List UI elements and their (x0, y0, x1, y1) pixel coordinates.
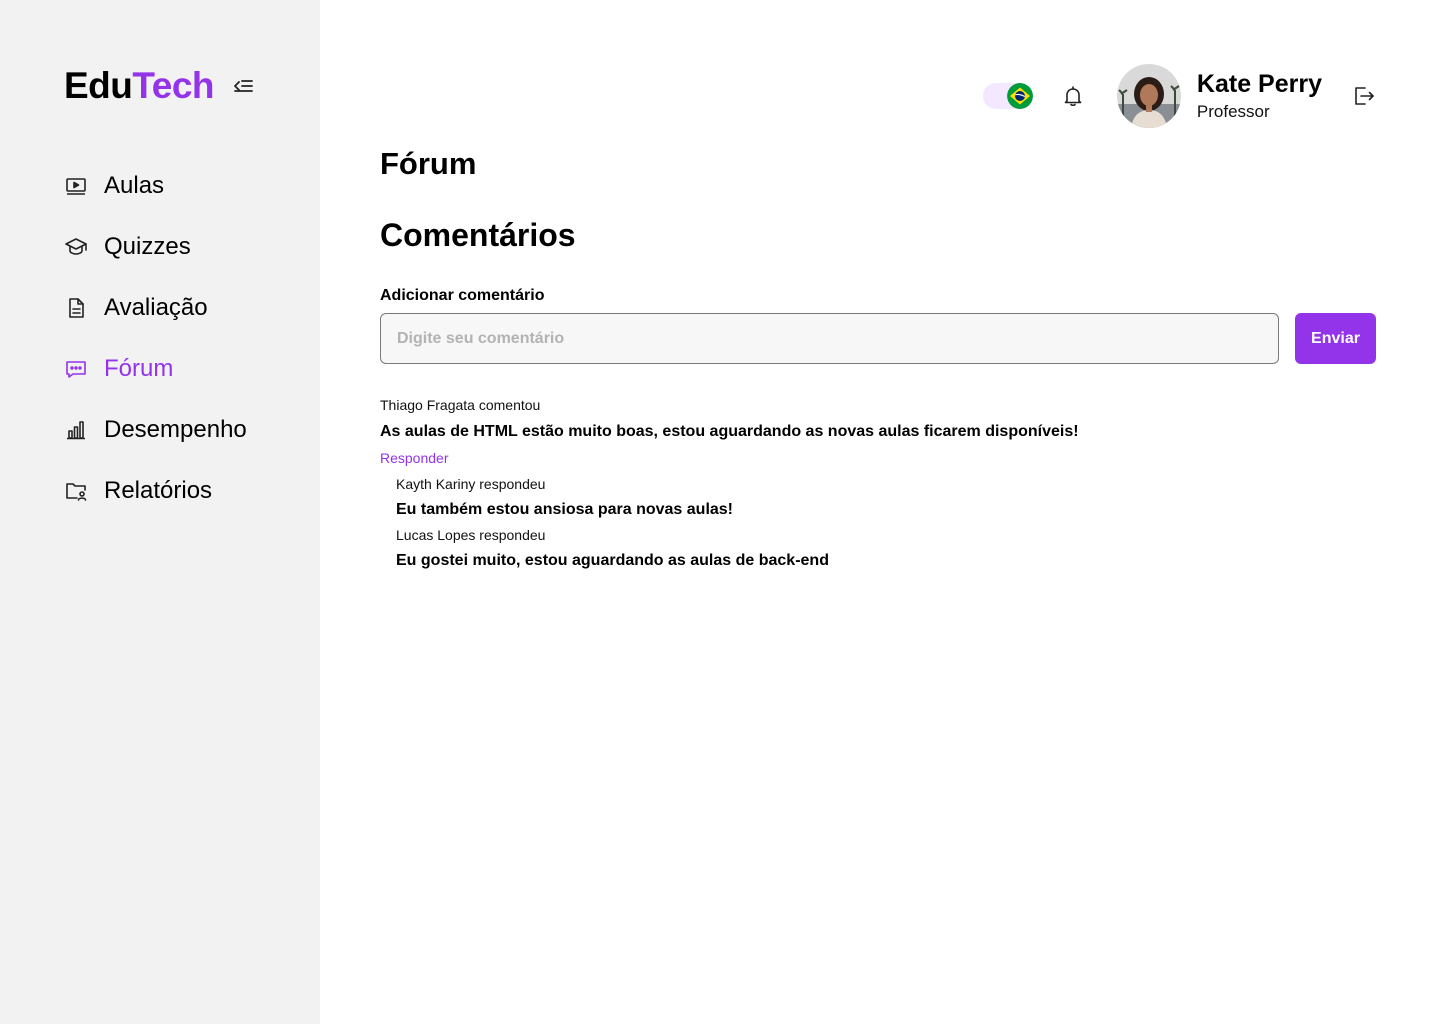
sidebar: EduTech Aulas Quizzes Avaliação Fórum De… (0, 0, 320, 1024)
section-title: Comentários (380, 217, 576, 253)
comment-field-label: Adicionar comentário (380, 287, 545, 304)
reply-author: Kayth Kariny respondeu (396, 476, 546, 492)
reply-link[interactable]: Responder (380, 449, 449, 467)
logout-icon[interactable] (1352, 84, 1376, 108)
reply-item: Lucas Lopes respondeu Eu gostei muito, e… (396, 526, 1380, 571)
send-button[interactable]: Enviar (1295, 313, 1376, 364)
bar-chart-icon (64, 418, 88, 442)
sidebar-item-label: Quizzes (104, 233, 191, 260)
sidebar-item-label: Relatórios (104, 477, 213, 504)
user-name: Kate Perry (1196, 70, 1322, 98)
collapse-menu-icon[interactable] (232, 75, 256, 97)
reply-author: Lucas Lopes respondeu (396, 527, 546, 543)
document-icon (64, 296, 88, 320)
brand-logo-part1: Edu (64, 65, 133, 106)
comment-author: Thiago Fragata comentou (380, 397, 541, 413)
folder-user-icon (64, 479, 88, 503)
brand-logo-part2: Tech (132, 65, 215, 106)
sidebar-item-label: Aulas (104, 172, 165, 199)
sidebar-item-label: Avaliação (104, 294, 208, 321)
video-lesson-icon (64, 174, 88, 198)
sidebar-nav: Aulas Quizzes Avaliação Fórum Desempenho… (64, 166, 247, 532)
brazil-flag-icon (1006, 83, 1033, 109)
user-info: Kate Perry Professor (1197, 69, 1322, 123)
chat-bubble-icon (64, 357, 88, 381)
graduation-cap-icon (64, 235, 88, 259)
comment-input[interactable] (380, 313, 1279, 364)
user-role: Professor (1196, 102, 1270, 121)
comment-thread: Thiago Fragata comentou As aulas de HTML… (380, 396, 1380, 577)
reply-text: Eu gostei muito, estou aguardando as aul… (396, 552, 829, 569)
notification-bell-icon[interactable] (1061, 84, 1085, 108)
language-toggle[interactable] (982, 83, 1033, 109)
sidebar-item-label: Fórum (104, 355, 174, 382)
sidebar-item-desempenho[interactable]: Desempenho (64, 410, 247, 450)
sidebar-item-label: Desempenho (104, 416, 247, 443)
reply-item: Kayth Kariny respondeu Eu também estou a… (396, 475, 1380, 520)
top-header: Kate Perry Professor (982, 64, 1376, 128)
comment-text: As aulas de HTML estão muito boas, estou… (380, 423, 1079, 440)
reply-list: Kayth Kariny respondeu Eu também estou a… (396, 475, 1380, 571)
sidebar-item-avaliacao[interactable]: Avaliação (64, 288, 247, 328)
brand-logo[interactable]: EduTech (64, 65, 215, 106)
page-title: Fórum (380, 146, 477, 181)
reply-text: Eu também estou ansiosa para novas aulas… (396, 501, 734, 518)
sidebar-item-relatorios[interactable]: Relatórios (64, 471, 247, 511)
sidebar-item-quizzes[interactable]: Quizzes (64, 227, 247, 267)
user-avatar[interactable] (1116, 64, 1181, 128)
sidebar-item-forum[interactable]: Fórum (64, 349, 247, 389)
sidebar-item-aulas[interactable]: Aulas (64, 166, 247, 206)
comment: Thiago Fragata comentou As aulas de HTML… (380, 396, 1380, 571)
